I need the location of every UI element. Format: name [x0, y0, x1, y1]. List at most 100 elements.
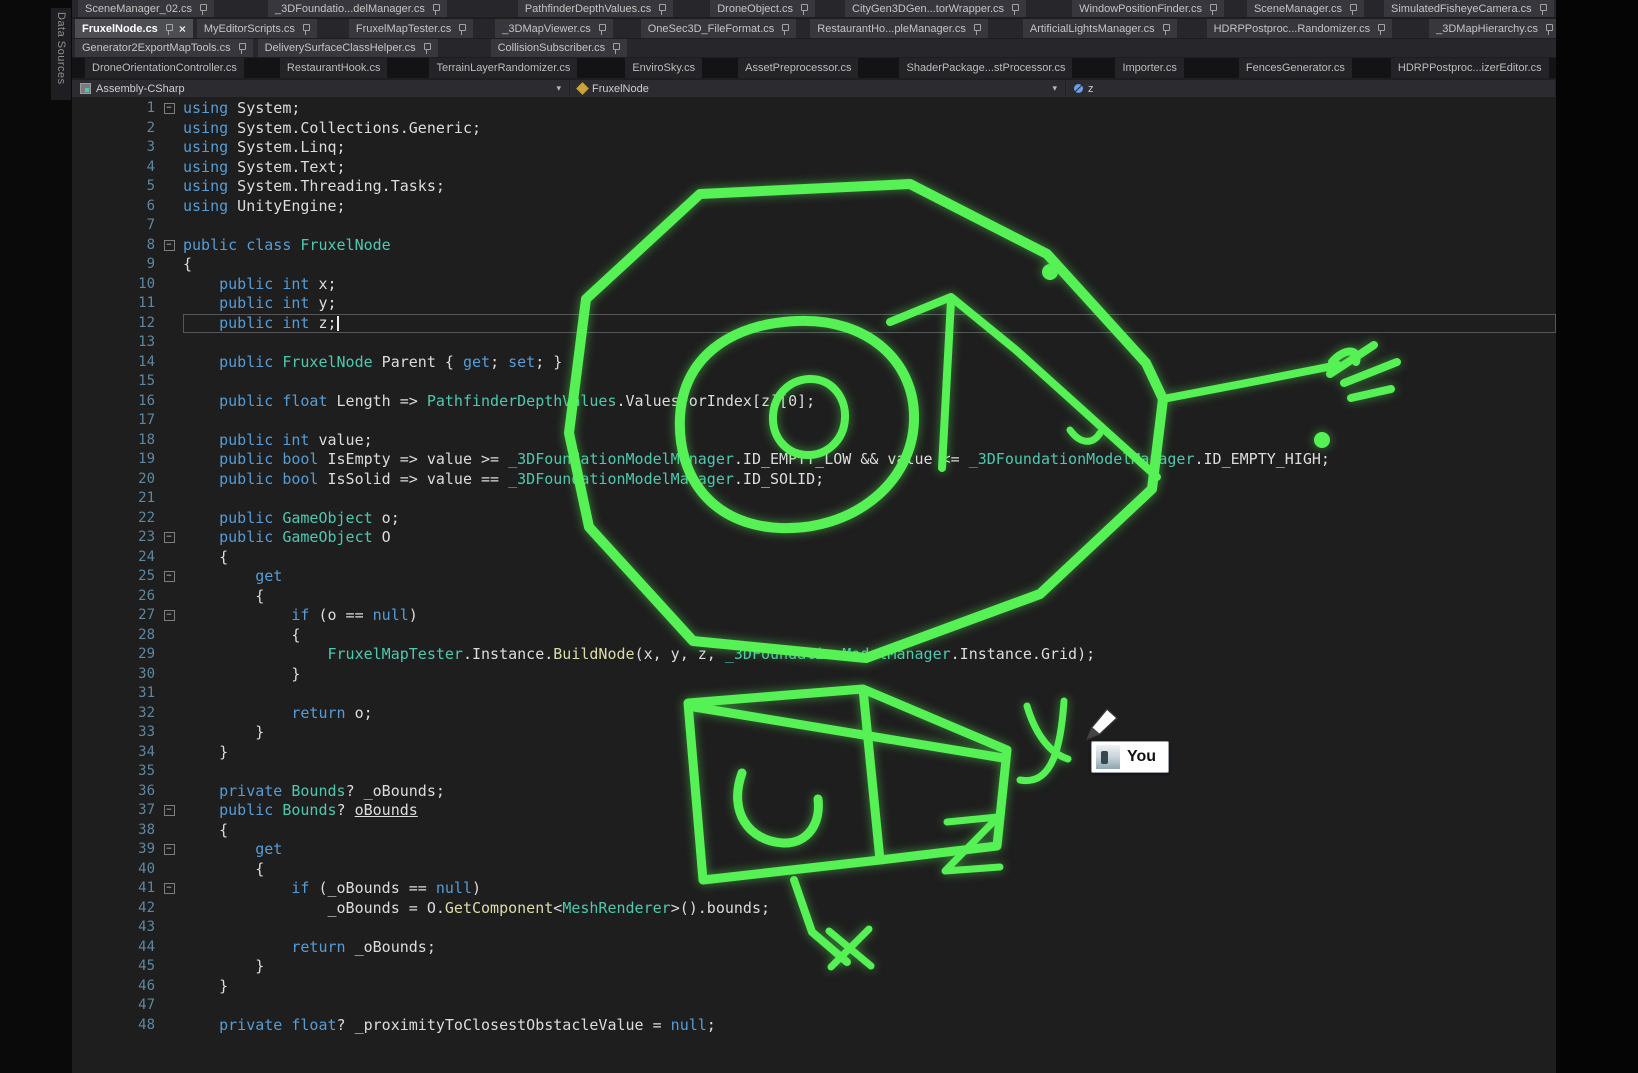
- code-line[interactable]: 26 {: [72, 587, 1556, 607]
- code-line[interactable]: 34 }: [72, 743, 1556, 763]
- code-line[interactable]: 30 }: [72, 665, 1556, 685]
- code-line[interactable]: 29 FruxelMapTester.Instance.BuildNode(x,…: [72, 645, 1556, 665]
- tab-OneSec3D_FileFormat.cs[interactable]: OneSec3D_FileFormat.cs: [641, 19, 797, 38]
- fold-collapse-icon[interactable]: −: [164, 610, 175, 621]
- tab-CityGen3DGen...torWrapper.cs[interactable]: CityGen3DGen...torWrapper.cs: [845, 0, 1026, 17]
- code-line[interactable]: 48 private float? _proximityToClosestObs…: [72, 1016, 1556, 1036]
- code-line[interactable]: 46 }: [72, 977, 1556, 997]
- tab-PathfinderDepthValues.cs[interactable]: PathfinderDepthValues.cs: [518, 0, 673, 17]
- tab-Generator2ExportMapTools.cs[interactable]: Generator2ExportMapTools.cs: [75, 39, 253, 57]
- member-dropdown[interactable]: z: [1066, 80, 1556, 97]
- code-line[interactable]: 20 public bool IsSolid => value == _3DFo…: [72, 470, 1556, 490]
- tab-DeliverySurfaceClassHelper.cs[interactable]: DeliverySurfaceClassHelper.cs: [258, 39, 438, 57]
- fold-collapse-icon[interactable]: −: [164, 103, 175, 114]
- pin-icon[interactable]: [164, 23, 173, 35]
- code-line[interactable]: 4using System.Text;: [72, 158, 1556, 178]
- code-line[interactable]: 28 {: [72, 626, 1556, 646]
- code-line[interactable]: 42 _oBounds = O.GetComponent<MeshRendere…: [72, 899, 1556, 919]
- code-line[interactable]: 2using System.Collections.Generic;: [72, 119, 1556, 139]
- tab-FruxelMapTester.cs[interactable]: FruxelMapTester.cs: [349, 19, 473, 38]
- code-line[interactable]: 7: [72, 216, 1556, 236]
- fold-margin[interactable]: −: [155, 606, 183, 626]
- code-line[interactable]: 12 public int z;: [72, 314, 1556, 334]
- code-line[interactable]: 33 }: [72, 723, 1556, 743]
- code-line[interactable]: 17: [72, 411, 1556, 431]
- project-dropdown[interactable]: Assembly-CSharp ▾: [72, 80, 570, 97]
- code-editor[interactable]: 1−using System;2using System.Collections…: [72, 97, 1556, 1073]
- code-line[interactable]: 40 {: [72, 860, 1556, 880]
- fold-collapse-icon[interactable]: −: [164, 844, 175, 855]
- code-line[interactable]: 1−using System;: [72, 99, 1556, 119]
- code-line[interactable]: 35: [72, 762, 1556, 782]
- tab-DroneObject.cs[interactable]: DroneObject.cs: [710, 0, 815, 17]
- sidebar-tab-data-sources[interactable]: Data Sources: [51, 8, 71, 100]
- code-line[interactable]: 31: [72, 684, 1556, 704]
- fold-collapse-icon[interactable]: −: [164, 883, 175, 894]
- code-line[interactable]: 37− public Bounds? oBounds: [72, 801, 1556, 821]
- fold-collapse-icon[interactable]: −: [164, 805, 175, 816]
- tab-TerrainLayerRandomizer.cs[interactable]: TerrainLayerRandomizer.cs: [429, 58, 577, 78]
- fold-margin[interactable]: −: [155, 567, 183, 587]
- fold-collapse-icon[interactable]: −: [164, 240, 175, 251]
- code-line[interactable]: 8−public class FruxelNode: [72, 236, 1556, 256]
- pin-icon[interactable]: [1544, 23, 1553, 35]
- pin-icon[interactable]: [972, 23, 981, 35]
- code-line[interactable]: 3using System.Linq;: [72, 138, 1556, 158]
- code-line[interactable]: 6using UnityEngine;: [72, 197, 1556, 217]
- pin-icon[interactable]: [422, 42, 431, 54]
- code-line[interactable]: 45 }: [72, 957, 1556, 977]
- tab-EnviroSky.cs[interactable]: EnviroSky.cs: [625, 58, 702, 78]
- code-line[interactable]: 25− get: [72, 567, 1556, 587]
- tab-WindowPositionFinder.cs[interactable]: WindowPositionFinder.cs: [1072, 0, 1224, 17]
- tab-HDRPPostproc...Randomizer.cs[interactable]: HDRPPostproc...Randomizer.cs: [1207, 19, 1393, 38]
- code-line[interactable]: 23− public GameObject O: [72, 528, 1556, 548]
- pin-icon[interactable]: [1538, 3, 1547, 15]
- code-line[interactable]: 44 return _oBounds;: [72, 938, 1556, 958]
- tab-AssetPreprocessor.cs[interactable]: AssetPreprocessor.cs: [738, 58, 858, 78]
- pin-icon[interactable]: [657, 3, 666, 15]
- code-line[interactable]: 14 public FruxelNode Parent { get; set; …: [72, 353, 1556, 373]
- fold-collapse-icon[interactable]: −: [164, 571, 175, 582]
- code-line[interactable]: 36 private Bounds? _oBounds;: [72, 782, 1556, 802]
- code-line[interactable]: 21: [72, 489, 1556, 509]
- code-line[interactable]: 18 public int value;: [72, 431, 1556, 451]
- chevron-down-icon[interactable]: ▾: [1052, 83, 1057, 94]
- fold-margin[interactable]: −: [155, 840, 183, 860]
- fold-margin[interactable]: −: [155, 99, 183, 119]
- pin-icon[interactable]: [301, 23, 310, 35]
- close-icon[interactable]: ×: [179, 24, 186, 34]
- pin-icon[interactable]: [1376, 23, 1385, 35]
- fold-margin[interactable]: −: [155, 879, 183, 899]
- tab-FencesGenerator.cs[interactable]: FencesGenerator.cs: [1239, 58, 1352, 78]
- code-line[interactable]: 39− get: [72, 840, 1556, 860]
- code-line[interactable]: 41− if (_oBounds == null): [72, 879, 1556, 899]
- code-line[interactable]: 19 public bool IsEmpty => value >= _3DFo…: [72, 450, 1556, 470]
- tab-Importer.cs[interactable]: Importer.cs: [1115, 58, 1183, 78]
- tab-RestaurantHo...pleManager.cs[interactable]: RestaurantHo...pleManager.cs: [810, 19, 988, 38]
- pin-icon[interactable]: [1348, 3, 1357, 15]
- code-line[interactable]: 9{: [72, 255, 1556, 275]
- tab-RestaurantHook.cs[interactable]: RestaurantHook.cs: [280, 58, 388, 78]
- tab-CollisionSubscriber.cs[interactable]: CollisionSubscriber.cs: [491, 39, 628, 57]
- fold-margin[interactable]: −: [155, 528, 183, 548]
- pin-icon[interactable]: [457, 23, 466, 35]
- pin-icon[interactable]: [1208, 3, 1217, 15]
- pin-icon[interactable]: [198, 3, 207, 15]
- pin-icon[interactable]: [611, 42, 620, 54]
- code-line[interactable]: 15: [72, 372, 1556, 392]
- pin-icon[interactable]: [1010, 3, 1019, 15]
- tab-DroneOrientationController.cs[interactable]: DroneOrientationController.cs: [85, 58, 244, 78]
- fold-collapse-icon[interactable]: −: [164, 532, 175, 543]
- code-line[interactable]: 13: [72, 333, 1556, 353]
- code-line[interactable]: 27− if (o == null): [72, 606, 1556, 626]
- tab-_3DMapHierarchy.cs[interactable]: _3DMapHierarchy.cs: [1429, 19, 1556, 38]
- code-line[interactable]: 22 public GameObject o;: [72, 509, 1556, 529]
- code-line[interactable]: 32 return o;: [72, 704, 1556, 724]
- chevron-down-icon[interactable]: ▾: [556, 83, 561, 94]
- tab-ShaderPackage...stProcessor.cs[interactable]: ShaderPackage...stProcessor.cs: [899, 58, 1072, 78]
- pin-icon[interactable]: [799, 3, 808, 15]
- code-line[interactable]: 5using System.Threading.Tasks;: [72, 177, 1556, 197]
- code-line[interactable]: 11 public int y;: [72, 294, 1556, 314]
- pin-icon[interactable]: [237, 42, 246, 54]
- code-line[interactable]: 16 public float Length => PathfinderDept…: [72, 392, 1556, 412]
